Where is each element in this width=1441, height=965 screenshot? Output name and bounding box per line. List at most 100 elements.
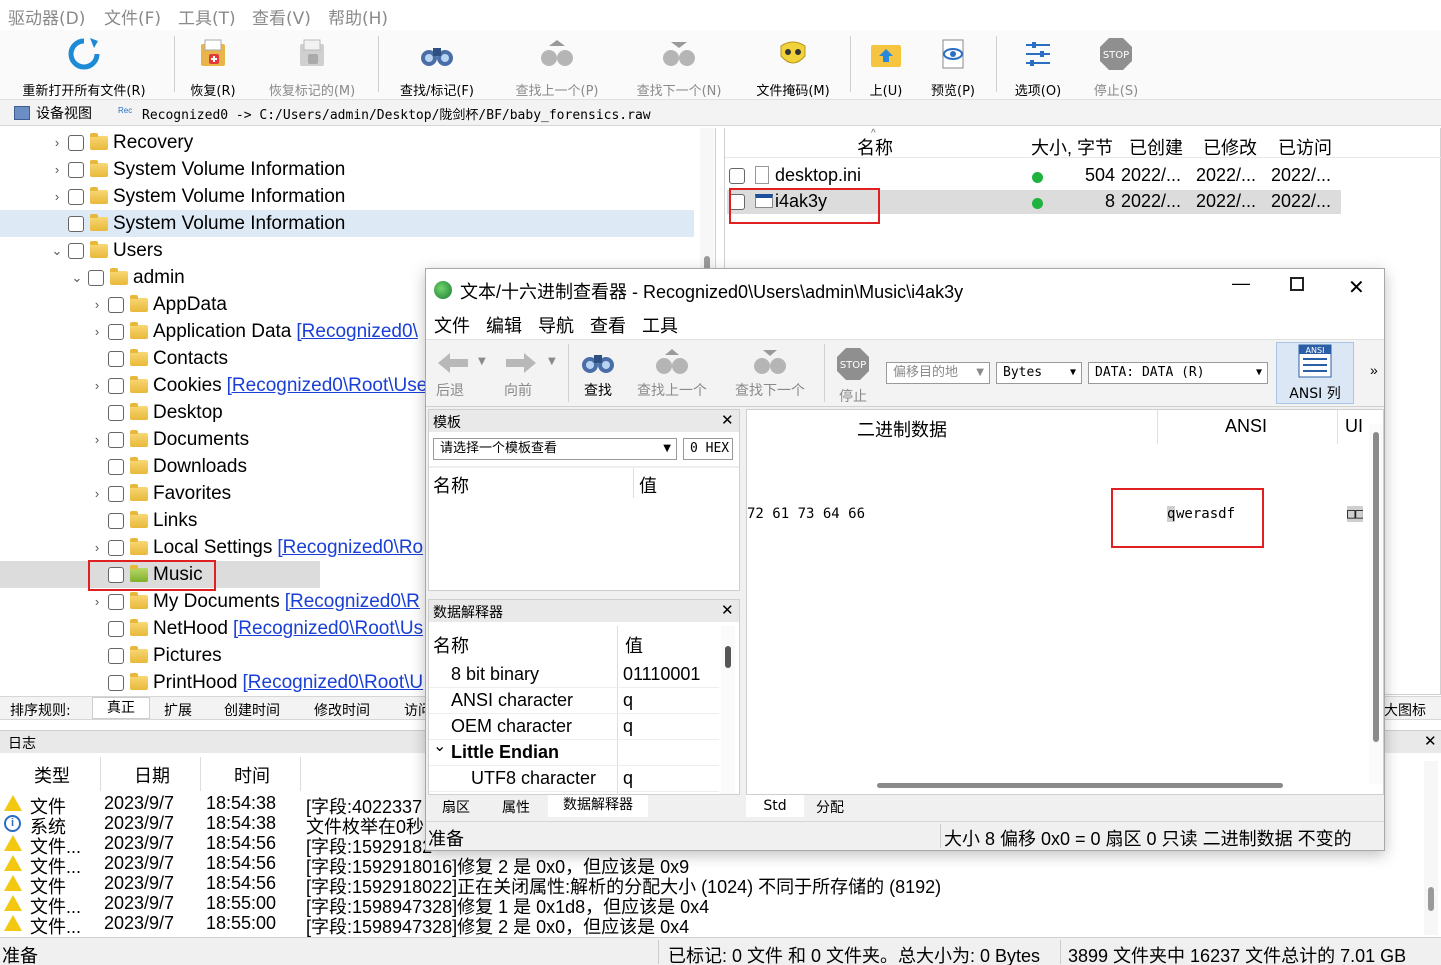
stream-select[interactable]: DATA: DATA (R) ▼: [1088, 362, 1268, 384]
find-mark-button[interactable]: 查找/标记(F): [388, 34, 486, 99]
tree-item-link[interactable]: [Recognized0\Root\U: [243, 672, 424, 694]
view-large-icons[interactable]: 大图标: [1384, 700, 1426, 720]
tree-checkbox[interactable]: [68, 188, 84, 205]
tree-item-link[interactable]: [Recognized0\R: [285, 591, 420, 613]
tab-std[interactable]: Std: [746, 795, 804, 817]
interp-scrollbar[interactable]: [721, 626, 735, 794]
breadcrumb[interactable]: Rec Recognized0 -> C:/Users/admin/Deskto…: [118, 102, 651, 124]
offset-input[interactable]: 偏移目的地 ▼: [886, 362, 990, 384]
chevron-down-icon[interactable]: ⌄: [48, 243, 66, 259]
log-row[interactable]: 文件... 2023/9/7 18:55:00 [字段:1598947328]修复 1…: [2, 893, 1420, 917]
tree-checkbox[interactable]: [108, 458, 124, 475]
log-col-type[interactable]: 类型: [34, 762, 70, 788]
chevron-right-icon[interactable]: ›: [88, 324, 106, 339]
tree-item-link[interactable]: [Recognized0\Root\Use: [227, 375, 428, 397]
hex-hscrollbar[interactable]: [747, 780, 1367, 792]
col-accessed[interactable]: 已访问: [1278, 134, 1332, 160]
viewer-menu-file[interactable]: 文件: [434, 312, 470, 338]
device-view-tab[interactable]: 设备视图: [6, 102, 108, 124]
interp-close-button[interactable]: ✕: [721, 601, 734, 619]
tree-checkbox[interactable]: [68, 134, 84, 151]
tree-checkbox[interactable]: [88, 269, 104, 286]
tree-item[interactable]: System Volume Information: [0, 210, 694, 237]
tab-allocation[interactable]: 分配: [816, 797, 844, 817]
tree-checkbox[interactable]: [68, 242, 84, 259]
tree-checkbox[interactable]: [108, 674, 124, 691]
hex-vscroll-thumb[interactable]: [1373, 432, 1379, 742]
tree-item[interactable]: › System Volume Information: [0, 183, 700, 210]
tab-data-interpreter[interactable]: 数据解释器: [548, 795, 648, 817]
sort-ext[interactable]: 扩展: [164, 700, 192, 720]
hex-vscrollbar[interactable]: [1369, 424, 1383, 784]
chevron-right-icon[interactable]: ›: [48, 135, 66, 150]
sort-created[interactable]: 创建时间: [224, 700, 280, 720]
chevron-right-icon[interactable]: ›: [88, 432, 106, 447]
hex-hscroll-thumb[interactable]: [877, 783, 1283, 788]
forward-button[interactable]: ▼ 向前: [504, 350, 564, 400]
back-button[interactable]: ▼ 后退: [436, 350, 496, 400]
tree-item-link[interactable]: [Recognized0\Root\Us: [233, 618, 423, 640]
recover-marked-button[interactable]: 恢复标记的(M): [258, 34, 366, 99]
log-col-date[interactable]: 日期: [134, 762, 170, 788]
tab-sector[interactable]: 扇区: [442, 797, 470, 817]
interp-row[interactable]: OEM character q: [429, 714, 719, 740]
tab-properties[interactable]: 属性: [502, 797, 530, 817]
interp-row[interactable]: ⌄ Little Endian: [429, 738, 719, 766]
interp-scroll-thumb[interactable]: [725, 646, 731, 668]
close-button[interactable]: ✕: [1348, 275, 1365, 300]
find-next-button[interactable]: 查找下一个(N): [626, 34, 732, 99]
chevron-right-icon[interactable]: ›: [88, 594, 106, 609]
tree-checkbox[interactable]: [108, 323, 124, 340]
tree-checkbox[interactable]: [108, 485, 124, 502]
chevron-right-icon[interactable]: ›: [48, 162, 66, 177]
tree-checkbox[interactable]: [108, 539, 124, 556]
row-checkbox[interactable]: [729, 168, 745, 184]
interp-row[interactable]: 8 bit binary 01110001: [429, 662, 719, 688]
log-scroll-thumb[interactable]: [1428, 887, 1434, 911]
chevron-right-icon[interactable]: ›: [88, 486, 106, 501]
ansi-column-toggle[interactable]: ANSI ANSI 列: [1276, 342, 1354, 404]
viewer-menu-nav[interactable]: 导航: [538, 312, 574, 338]
chevron-down-icon[interactable]: ⌄: [68, 270, 86, 286]
chevron-right-icon[interactable]: ›: [88, 297, 106, 312]
log-col-time[interactable]: 时间: [234, 762, 270, 788]
reopen-button[interactable]: 重新打开所有文件(R): [8, 34, 160, 99]
maximize-button[interactable]: [1290, 277, 1304, 291]
up-button[interactable]: 上(U): [860, 34, 912, 99]
chevron-right-icon[interactable]: ›: [88, 378, 106, 393]
menu-file[interactable]: 文件(F): [104, 4, 161, 29]
tree-checkbox[interactable]: [68, 161, 84, 178]
chevron-right-icon[interactable]: ›: [88, 540, 106, 555]
hex-offset-field[interactable]: 0 HEX: [683, 438, 733, 460]
viewer-stop-button[interactable]: STOP 停止: [832, 346, 874, 406]
viewer-find-next-button[interactable]: 查找下一个: [730, 348, 810, 400]
tree-checkbox[interactable]: [108, 512, 124, 529]
tree-checkbox[interactable]: [108, 296, 124, 313]
tree-checkbox[interactable]: [108, 377, 124, 394]
file-mask-button[interactable]: 文件掩码(M): [748, 34, 838, 99]
viewer-menu-edit[interactable]: 编辑: [486, 312, 522, 338]
viewer-menu-view[interactable]: 查看: [590, 312, 626, 338]
template-close-button[interactable]: ✕: [721, 411, 734, 429]
tree-checkbox[interactable]: [108, 431, 124, 448]
tree-checkbox[interactable]: [108, 593, 124, 610]
interp-row[interactable]: UTF8 character q: [429, 766, 719, 792]
tree-checkbox[interactable]: [108, 620, 124, 637]
viewer-find-button[interactable]: 查找: [576, 348, 620, 400]
menu-view[interactable]: 查看(V): [252, 4, 311, 29]
tree-checkbox[interactable]: [68, 215, 84, 232]
find-prev-button[interactable]: 查找上一个(P): [504, 34, 610, 99]
chevron-right-icon[interactable]: ›: [48, 189, 66, 204]
tree-checkbox[interactable]: [108, 404, 124, 421]
tree-item[interactable]: › Recovery: [0, 129, 700, 156]
viewer-find-prev-button[interactable]: 查找上一个: [632, 348, 712, 400]
tree-item[interactable]: › System Volume Information: [0, 156, 700, 183]
tree-item-link[interactable]: [Recognized0\: [296, 321, 417, 343]
minimize-button[interactable]: —: [1232, 273, 1250, 294]
log-row[interactable]: 文件... 2023/9/7 18:54:56 [字段:1592918016]修复 2…: [2, 853, 1420, 877]
log-row[interactable]: 文件 2023/9/7 18:54:56 [字段:1592918022]正在关闭属性:…: [2, 873, 1420, 897]
unit-select[interactable]: Bytes ▼: [996, 362, 1082, 384]
viewer-menu-tools[interactable]: 工具: [642, 312, 678, 338]
chevron-down-icon[interactable]: ⌄: [433, 736, 446, 756]
template-select[interactable]: 请选择一个模板查看 ▼: [433, 438, 677, 460]
